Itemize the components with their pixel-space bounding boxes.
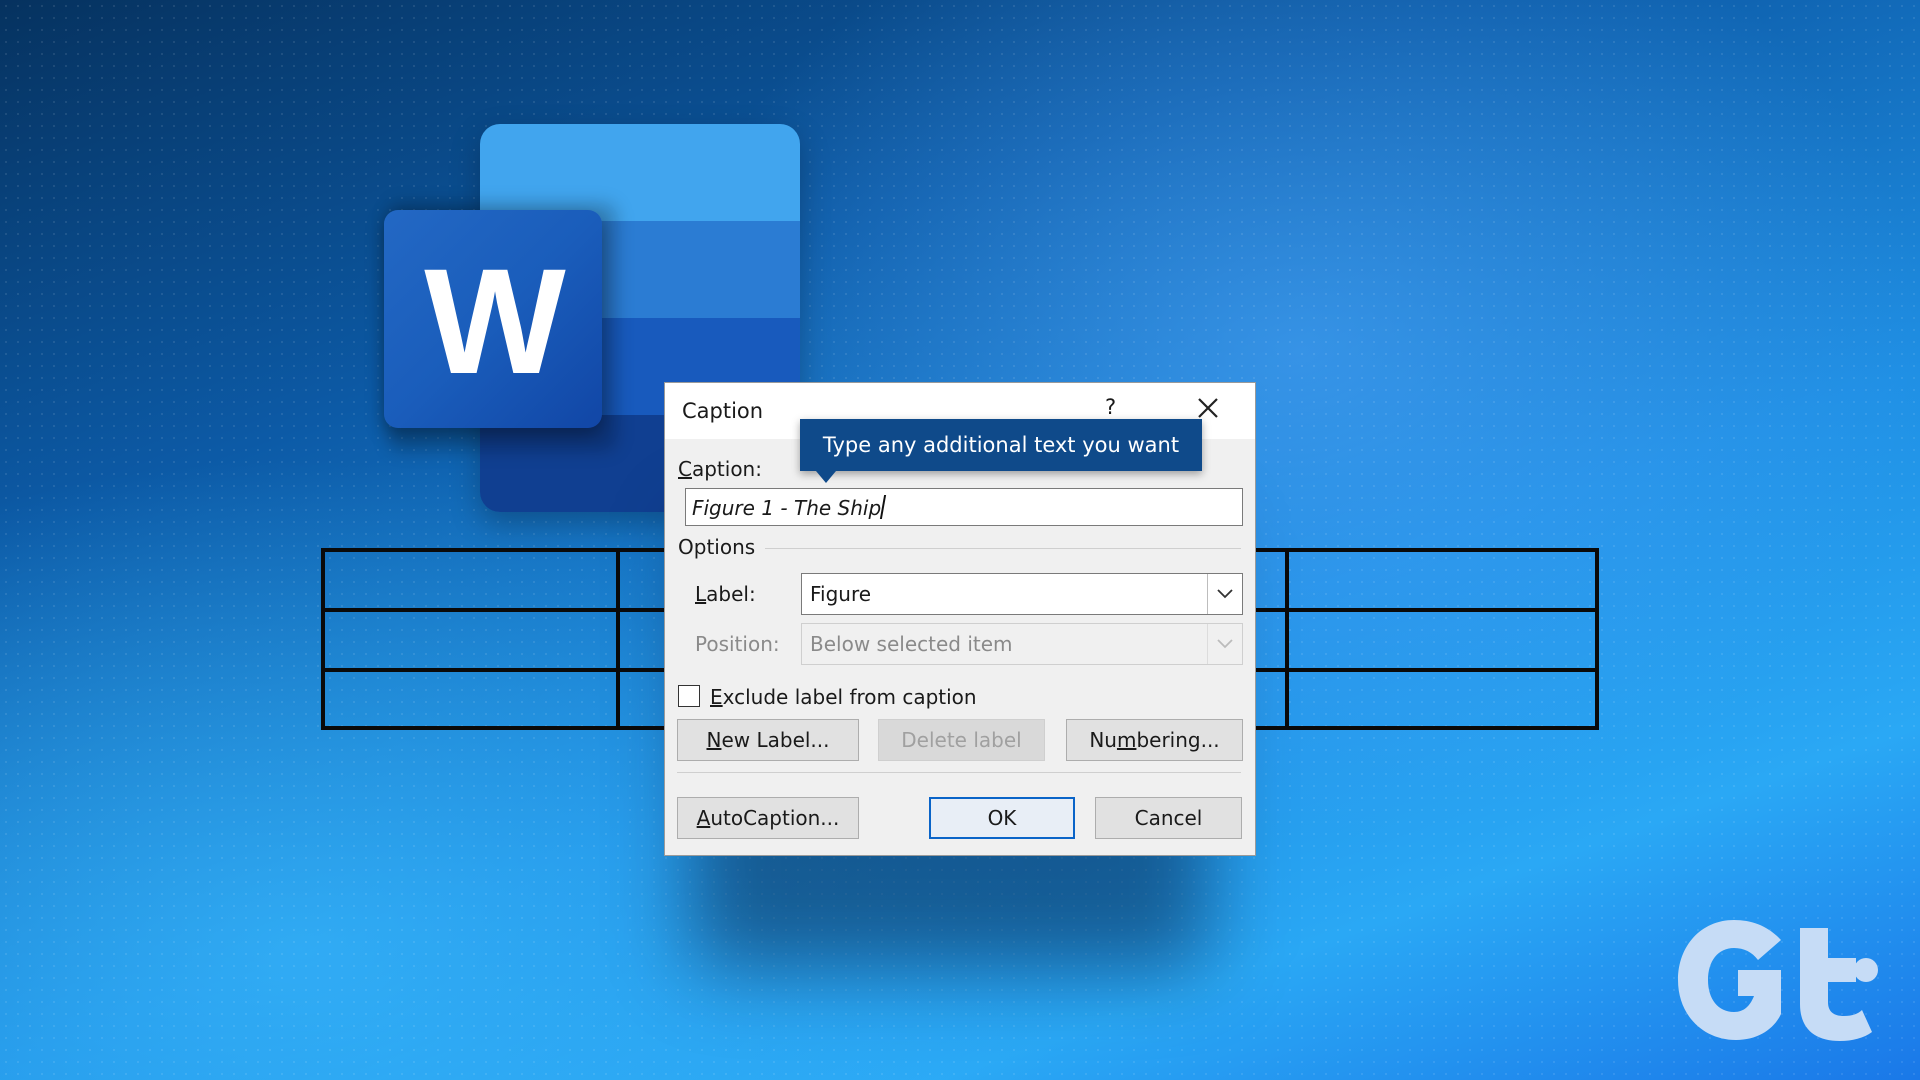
dialog-title: Caption bbox=[682, 399, 764, 423]
cancel-button[interactable]: Cancel bbox=[1095, 797, 1242, 839]
position-dropdown-value: Below selected item bbox=[810, 632, 1013, 656]
caption-field-label: Caption: bbox=[678, 457, 762, 481]
delete-label-button[interactable]: Delete label bbox=[878, 719, 1045, 761]
new-label-button[interactable]: New Label... bbox=[677, 719, 859, 761]
label-field-label: Label: bbox=[695, 582, 756, 606]
position-field-label: Position: bbox=[695, 632, 780, 656]
exclude-label-checkbox[interactable] bbox=[678, 685, 700, 707]
caption-input[interactable]: Figure 1 - The Ship bbox=[685, 488, 1243, 526]
numbering-button[interactable]: Nu m bering... bbox=[1066, 719, 1243, 761]
help-button[interactable]: ? bbox=[1105, 395, 1116, 419]
label-dropdown[interactable]: Figure bbox=[801, 573, 1243, 615]
caption-tooltip: Type any additional text you want bbox=[800, 419, 1202, 483]
word-logo-tile: W bbox=[384, 210, 602, 428]
autocaption-button[interactable]: AutoCaption... bbox=[677, 797, 859, 839]
gt-logo bbox=[1678, 920, 1878, 1041]
label-dropdown-value: Figure bbox=[810, 582, 872, 606]
ok-button[interactable]: OK bbox=[929, 797, 1075, 839]
position-dropdown[interactable]: Below selected item bbox=[801, 623, 1243, 665]
chevron-down-icon[interactable] bbox=[1207, 574, 1242, 614]
chevron-down-icon bbox=[1207, 624, 1242, 664]
exclude-label-text: Exclude label from caption bbox=[710, 685, 977, 709]
word-logo-letter: W bbox=[424, 237, 566, 405]
options-group-label: Options bbox=[678, 535, 756, 559]
